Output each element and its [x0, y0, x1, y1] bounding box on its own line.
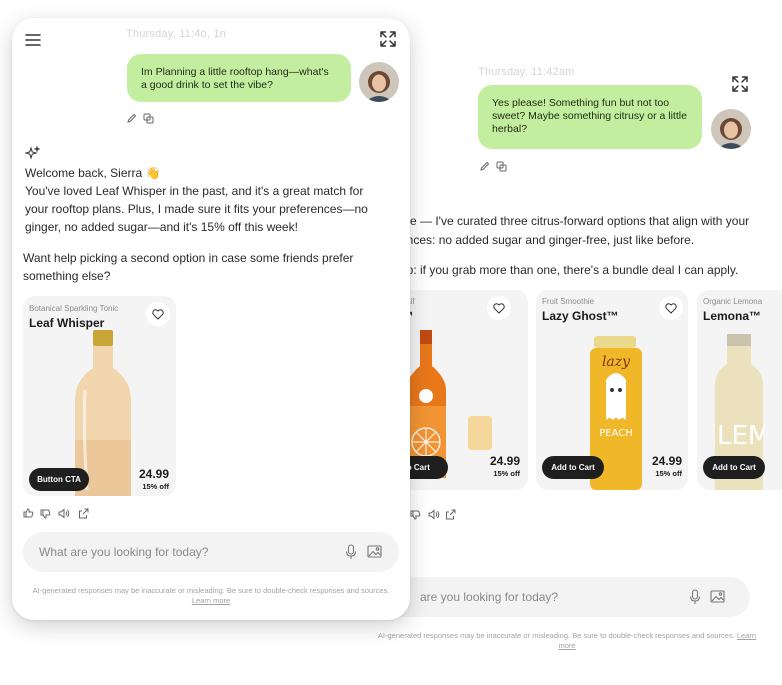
expand-icon[interactable]	[731, 75, 749, 93]
product-price: 24.99	[138, 467, 169, 481]
heart-icon[interactable]	[487, 296, 511, 320]
image-icon[interactable]	[710, 590, 725, 603]
heart-icon[interactable]	[659, 296, 683, 320]
speaker-icon[interactable]	[428, 509, 440, 520]
user-message-bubble: Yes please! Something fun but not too sw…	[478, 85, 702, 149]
product-discount: 15% off	[142, 482, 169, 491]
search-bar[interactable]: What are you looking for today?	[23, 532, 399, 572]
search-input[interactable]: What are you looking for today?	[39, 545, 208, 559]
search-input[interactable]: are you looking for today?	[420, 590, 558, 604]
share-icon[interactable]	[78, 508, 89, 519]
product-name: Lemona™	[703, 309, 762, 323]
image-icon[interactable]	[367, 545, 382, 558]
edit-icon[interactable]	[126, 113, 137, 124]
disclaimer: AI-generated responses may be inaccurate…	[372, 631, 762, 651]
product-price: 24.99	[489, 454, 520, 468]
chat-panel-primary: Thursday, 11:4o, 1n Im Planning a little…	[12, 18, 410, 620]
product-card[interactable]: Organic Lemona Lemona™ LEM Add to Cart	[697, 290, 782, 490]
microphone-icon[interactable]	[345, 544, 357, 560]
chat-panel-secondary: Thursday, 11:42am Yes please! Something …	[362, 30, 782, 670]
microphone-icon[interactable]	[689, 589, 701, 605]
svg-text:PEACH: PEACH	[599, 428, 633, 439]
message-timestamp: Thursday, 11:4o, 1n	[126, 28, 227, 40]
product-card[interactable]: Botanical Sparkling Tonic Leaf Whisper B…	[23, 296, 176, 496]
disclaimer: AI-generated responses may be inaccurate…	[26, 586, 396, 606]
disclaimer-text: AI-generated responses may be inaccurate…	[32, 586, 390, 595]
ai-response-paragraph: Want help picking a second option in cas…	[23, 251, 354, 283]
product-name: Lazy Ghost™	[542, 309, 619, 323]
edit-icon[interactable]	[479, 161, 490, 172]
learn-more-link[interactable]: Learn more	[192, 596, 230, 605]
ai-greeting: Welcome back, Sierra 👋	[25, 166, 161, 180]
ai-response-line: up: if you grab more than one, there's a…	[400, 263, 739, 277]
share-icon[interactable]	[445, 509, 456, 520]
heart-icon[interactable]	[146, 302, 170, 326]
ai-response-line: rse — I've curated three citrus-forward …	[400, 214, 750, 228]
disclaimer-text: AI-generated responses may be inaccurate…	[377, 631, 735, 640]
user-avatar	[359, 62, 399, 102]
expand-icon[interactable]	[379, 30, 397, 48]
user-avatar	[711, 109, 751, 149]
svg-text:LEM: LEM	[717, 421, 765, 451]
message-timestamp: Thursday, 11:42am	[478, 66, 575, 78]
ai-response-line: ences: no added sugar and ginger-free, j…	[400, 233, 695, 247]
product-category: Botanical Sparkling Tonic	[29, 304, 119, 313]
product-category: Organic Lemona	[703, 297, 763, 306]
thumbs-down-icon[interactable]	[40, 508, 51, 519]
thumbs-up-icon[interactable]	[23, 508, 34, 519]
copy-icon[interactable]	[496, 161, 507, 172]
product-card[interactable]: Fruit Smoothie Lazy Ghost™ lazy PEACH Ad…	[536, 290, 688, 490]
svg-text:lazy: lazy	[602, 354, 631, 370]
product-name: Leaf Whisper	[29, 316, 105, 330]
add-to-cart-button[interactable]: Add to Cart	[703, 456, 765, 479]
product-discount: 15% off	[493, 469, 520, 478]
speaker-icon[interactable]	[58, 508, 70, 519]
ai-response-paragraph: You've loved Leaf Whisper in the past, a…	[25, 184, 368, 234]
copy-icon[interactable]	[143, 113, 154, 124]
cta-button[interactable]: Button CTA	[29, 468, 89, 491]
sparkle-icon	[25, 146, 40, 161]
product-price: 24.99	[651, 454, 682, 468]
search-bar[interactable]: are you looking for today?	[362, 577, 750, 617]
product-discount: 15% off	[655, 469, 682, 478]
user-message-bubble: Im Planning a little rooftop hang—what's…	[127, 54, 351, 102]
product-category: Fruit Smoothie	[542, 297, 595, 306]
thumbs-down-icon[interactable]	[410, 509, 421, 520]
menu-icon[interactable]	[25, 33, 41, 47]
add-to-cart-button[interactable]: Add to Cart	[542, 456, 604, 479]
